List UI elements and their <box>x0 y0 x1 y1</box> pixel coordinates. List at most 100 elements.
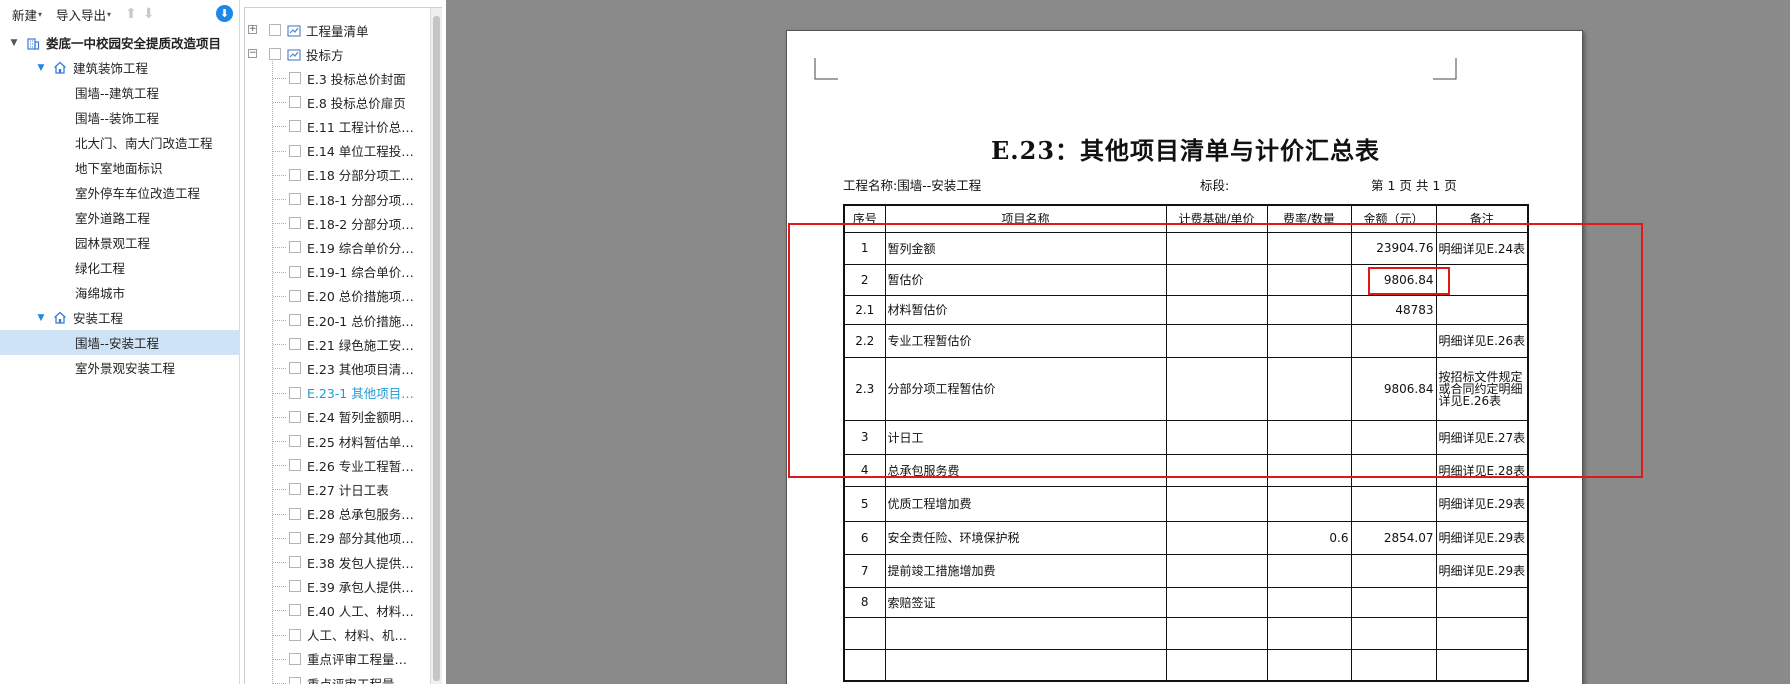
tree-item[interactable]: 北大门、南大门改造工程 <box>0 130 240 155</box>
report-item[interactable]: E.21 绿色施工安… <box>245 332 429 356</box>
tree-group[interactable]: ▼ 建筑装饰工程 <box>0 55 240 80</box>
report-item[interactable]: E.14 单位工程投… <box>245 139 429 163</box>
report-item[interactable]: E.25 材料暂估单… <box>245 429 429 453</box>
report-item[interactable]: E.11 工程计价总… <box>245 114 429 138</box>
report-checkbox[interactable] <box>289 168 301 181</box>
report-checkbox[interactable] <box>289 580 301 593</box>
tree-item-label: 围墙--安装工程 <box>75 336 160 351</box>
report-item-label: E.29 部分其他项… <box>307 531 414 547</box>
report-item[interactable]: 人工、材料、机… <box>245 623 429 647</box>
tree-item-label: 室外道路工程 <box>75 211 151 226</box>
tree-group[interactable]: ▼ 安装工程 <box>0 305 240 330</box>
report-checkbox[interactable] <box>289 362 301 375</box>
scrollbar-thumb[interactable] <box>433 16 440 681</box>
report-checkbox[interactable] <box>289 120 301 133</box>
new-button-label: 新建 <box>12 7 38 23</box>
report-checkbox[interactable] <box>289 241 301 254</box>
tree-item[interactable]: 地下室地面标识 <box>0 155 240 180</box>
report-item[interactable]: E.19 综合单价分… <box>245 235 429 259</box>
collapse-icon[interactable]: − <box>248 49 257 58</box>
report-list-panel: + 工程量清单 − 投标方 E.3 投标总价封面 E.8 投标总价扉页 E.11 工程计价总… <box>244 7 442 684</box>
report-item[interactable]: E.29 部分其他项… <box>245 526 429 550</box>
report-item[interactable]: E.8 投标总价扉页 <box>245 90 429 114</box>
expand-icon[interactable]: + <box>248 25 257 34</box>
report-checkbox[interactable] <box>289 483 301 496</box>
document-preview-area[interactable]: E.23：其他项目清单与计价汇总表 工程名称:围墙--安装工程 标段: 第 1 … <box>446 0 1790 684</box>
report-item[interactable]: E.19-1 综合单价… <box>245 260 429 284</box>
cell-remark <box>1435 648 1529 682</box>
table-header-row: 序号 项目名称 计费基础/单价 费率/数量 金额（元） 备注 <box>843 204 1529 233</box>
report-item[interactable]: E.38 发包人提供… <box>245 550 429 574</box>
report-checkbox[interactable] <box>289 531 301 544</box>
report-checkbox[interactable] <box>289 628 301 641</box>
report-checkbox[interactable] <box>269 24 281 36</box>
download-icon[interactable]: ⬇ <box>216 5 233 22</box>
report-item[interactable]: E.28 总承包服务… <box>245 502 429 526</box>
report-item[interactable]: E.39 承包人提供… <box>245 574 429 598</box>
report-item[interactable]: E.27 计日工表 <box>245 477 429 501</box>
report-checkbox[interactable] <box>289 193 301 205</box>
expand-arrow-icon[interactable]: ▼ <box>35 313 47 323</box>
report-checkbox[interactable] <box>289 217 301 230</box>
report-item[interactable]: E.20-1 总价措施… <box>245 308 429 332</box>
table-row: 2.1 材料暂估价 48783 <box>843 294 1529 325</box>
cell-no <box>843 616 886 650</box>
expand-arrow-icon[interactable]: ▼ <box>35 63 47 73</box>
table-row <box>843 648 1529 682</box>
report-checkbox[interactable] <box>269 48 281 60</box>
report-checkbox[interactable] <box>289 652 301 665</box>
report-item[interactable]: E.3 投标总价封面 <box>245 66 429 90</box>
move-up-icon[interactable]: ⬆ <box>125 6 137 22</box>
report-item[interactable]: E.18-1 分部分项… <box>245 187 429 211</box>
tree-item[interactable]: 园林景观工程 <box>0 230 240 255</box>
report-checkbox[interactable] <box>289 144 301 157</box>
report-group[interactable]: − 投标方 <box>245 42 429 66</box>
move-down-icon[interactable]: ⬇ <box>143 6 155 22</box>
report-checkbox[interactable] <box>289 556 301 568</box>
expand-arrow-icon[interactable]: ▼ <box>8 38 20 48</box>
report-item[interactable]: E.23 其他项目清… <box>245 356 429 380</box>
report-checkbox[interactable] <box>289 677 301 684</box>
tree-item[interactable]: 围墙--装饰工程 <box>0 105 240 130</box>
report-item[interactable]: E.40 人工、材料… <box>245 598 429 622</box>
report-checkbox[interactable] <box>289 435 301 447</box>
report-item[interactable]: E.18-2 分部分项… <box>245 211 429 235</box>
import-export-button[interactable]: 导入导出 ▾ <box>56 5 111 24</box>
report-item[interactable]: E.26 专业工程暂… <box>245 453 429 477</box>
tree-root-project[interactable]: ▼ 娄底一中校园安全提质改造项目 <box>0 30 240 55</box>
report-checkbox[interactable] <box>289 72 301 84</box>
report-item[interactable]: E.20 总价措施项… <box>245 284 429 308</box>
report-checkbox[interactable] <box>289 604 301 617</box>
report-checkbox[interactable] <box>289 459 301 472</box>
report-checkbox[interactable] <box>289 338 301 351</box>
report-checkbox[interactable] <box>289 96 301 109</box>
tree-item[interactable]: 室外景观安装工程 <box>0 355 240 380</box>
report-checkbox[interactable] <box>289 386 301 399</box>
report-checkbox[interactable] <box>289 265 301 278</box>
cell-rate: 0.6 <box>1266 520 1352 555</box>
report-item[interactable]: E.18 分部分项工… <box>245 163 429 187</box>
report-checkbox[interactable] <box>289 410 301 423</box>
cell-amount: 23904.76 <box>1350 231 1437 265</box>
report-item[interactable]: E.24 暂列金额明… <box>245 405 429 429</box>
cell-base <box>1165 553 1268 588</box>
new-button[interactable]: 新建 ▾ <box>12 5 42 24</box>
report-item[interactable]: E.23-1 其他项目… <box>245 381 429 405</box>
report-checkbox[interactable] <box>289 507 301 520</box>
cell-base <box>1165 520 1268 555</box>
tree-item[interactable]: 围墙--建筑工程 <box>0 80 240 105</box>
tree-item[interactable]: 绿化工程 <box>0 255 240 280</box>
tree-item[interactable]: 室外停车车位改造工程 <box>0 180 240 205</box>
tree-item-label: 海绵城市 <box>75 286 126 301</box>
tree-item-label: 围墙--建筑工程 <box>75 86 160 101</box>
tree-item-label: 娄底一中校园安全提质改造项目 <box>46 36 222 51</box>
tree-item[interactable]: 室外道路工程 <box>0 205 240 230</box>
tree-item[interactable]: 海绵城市 <box>0 280 240 305</box>
report-checkbox[interactable] <box>289 314 301 326</box>
report-group[interactable]: + 工程量清单 <box>245 18 429 42</box>
tree-item[interactable]: 围墙--安装工程 <box>0 330 240 355</box>
report-list-scrollbar[interactable] <box>430 8 442 684</box>
report-item[interactable]: 重点评审工程量… <box>245 647 429 671</box>
report-item[interactable]: 重点评审工程量… <box>245 671 429 684</box>
report-checkbox[interactable] <box>289 289 301 302</box>
